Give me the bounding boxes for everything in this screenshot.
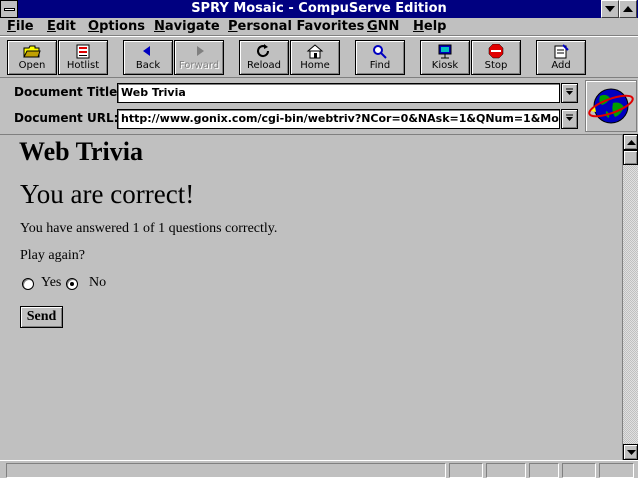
kiosk-icon — [438, 44, 452, 59]
open-button[interactable]: Open — [7, 40, 57, 75]
minimize-button[interactable] — [601, 0, 619, 18]
kiosk-label: Kiosk — [431, 60, 459, 71]
menu-navigate[interactable]: Navigate — [154, 18, 220, 35]
scroll-thumb[interactable] — [623, 150, 638, 165]
document-title-field[interactable]: Web Trivia — [117, 83, 560, 103]
document-url-row: Document URL: http://www.gonix.com/cgi-b… — [0, 106, 584, 132]
home-button[interactable]: Home — [290, 40, 340, 75]
hotlist-label: Hotlist — [66, 60, 100, 71]
menu-options[interactable]: Options — [88, 18, 145, 35]
dropdown-arrow-icon — [566, 88, 573, 95]
stop-sign-icon — [488, 44, 504, 59]
globe-animation-icon[interactable] — [585, 80, 637, 132]
status-bar — [0, 460, 638, 478]
radio-yes-label: Yes — [41, 275, 62, 290]
forward-arrow-icon — [197, 46, 204, 56]
add-label: Add — [551, 60, 571, 71]
radio-yes[interactable] — [22, 278, 34, 290]
status-panel-1 — [449, 463, 483, 478]
hotlist-icon — [76, 44, 90, 59]
vertical-scrollbar[interactable] — [622, 134, 638, 460]
forward-label: Forward — [178, 60, 220, 71]
down-arrow-icon — [627, 450, 636, 455]
radio-no[interactable] — [66, 278, 78, 290]
title-bar: SPRY Mosaic - CompuServe Edition — [0, 0, 638, 18]
back-label: Back — [135, 60, 161, 71]
result-heading: You are correct! — [20, 179, 195, 209]
window-title: SPRY Mosaic - CompuServe Edition — [191, 1, 447, 16]
back-button[interactable]: Back — [123, 40, 173, 75]
menu-bar: File Edit Options Navigate Personal Favo… — [0, 18, 638, 36]
folder-icon — [23, 45, 41, 58]
score-text: You have answered 1 of 1 questions corre… — [20, 221, 278, 236]
document-title-label: Document Title: — [14, 85, 123, 99]
send-button[interactable]: Send — [20, 306, 63, 328]
reload-label: Reload — [246, 60, 282, 71]
menu-edit[interactable]: Edit — [47, 18, 76, 35]
document-view: Web Trivia You are correct! You have ans… — [0, 134, 622, 460]
document-url-dropdown[interactable] — [561, 109, 578, 129]
find-label: Find — [369, 60, 391, 71]
status-panel-5 — [599, 463, 634, 478]
add-page-icon — [554, 44, 569, 59]
menu-gnn[interactable]: GNN — [367, 18, 399, 35]
play-again-prompt: Play again? — [20, 248, 85, 263]
document-url-label: Document URL: — [14, 111, 119, 125]
reload-icon — [257, 44, 270, 58]
find-button[interactable]: Find — [355, 40, 405, 75]
open-label: Open — [18, 60, 46, 71]
up-arrow-icon — [627, 140, 636, 145]
back-arrow-icon — [143, 46, 150, 56]
status-message — [6, 463, 446, 478]
page-heading: Web Trivia — [19, 137, 143, 166]
maximize-arrow-icon — [623, 6, 633, 12]
stop-button[interactable]: Stop — [471, 40, 521, 75]
stop-label: Stop — [484, 60, 508, 71]
reload-button[interactable]: Reload — [239, 40, 289, 75]
menu-personal-favorites[interactable]: Personal Favorites — [228, 18, 364, 35]
menu-file[interactable]: File — [7, 18, 34, 35]
hotlist-button[interactable]: Hotlist — [58, 40, 108, 75]
menu-help[interactable]: Help — [413, 18, 446, 35]
magnifier-icon — [373, 45, 387, 59]
status-panel-4 — [562, 463, 596, 478]
document-url-field[interactable]: http://www.gonix.com/cgi-bin/webtriv?NCo… — [117, 109, 560, 129]
maximize-button[interactable] — [619, 0, 637, 18]
home-icon — [306, 44, 324, 59]
scroll-track[interactable] — [623, 165, 638, 444]
scroll-up-button[interactable] — [623, 134, 638, 150]
document-title-row: Document Title: Web Trivia — [0, 80, 584, 106]
toolbar: Open Hotlist Back Forward Reload Home Fi… — [0, 36, 638, 78]
kiosk-button[interactable]: Kiosk — [420, 40, 470, 75]
forward-button[interactable]: Forward — [174, 40, 224, 75]
dropdown-arrow-icon — [566, 114, 573, 121]
add-button[interactable]: Add — [536, 40, 586, 75]
home-label: Home — [300, 60, 330, 71]
minimize-arrow-icon — [605, 6, 615, 12]
scroll-down-button[interactable] — [623, 444, 638, 460]
radio-no-label: No — [89, 275, 107, 290]
document-title-dropdown[interactable] — [561, 83, 578, 103]
status-panel-3 — [529, 463, 559, 478]
status-panel-2 — [486, 463, 526, 478]
